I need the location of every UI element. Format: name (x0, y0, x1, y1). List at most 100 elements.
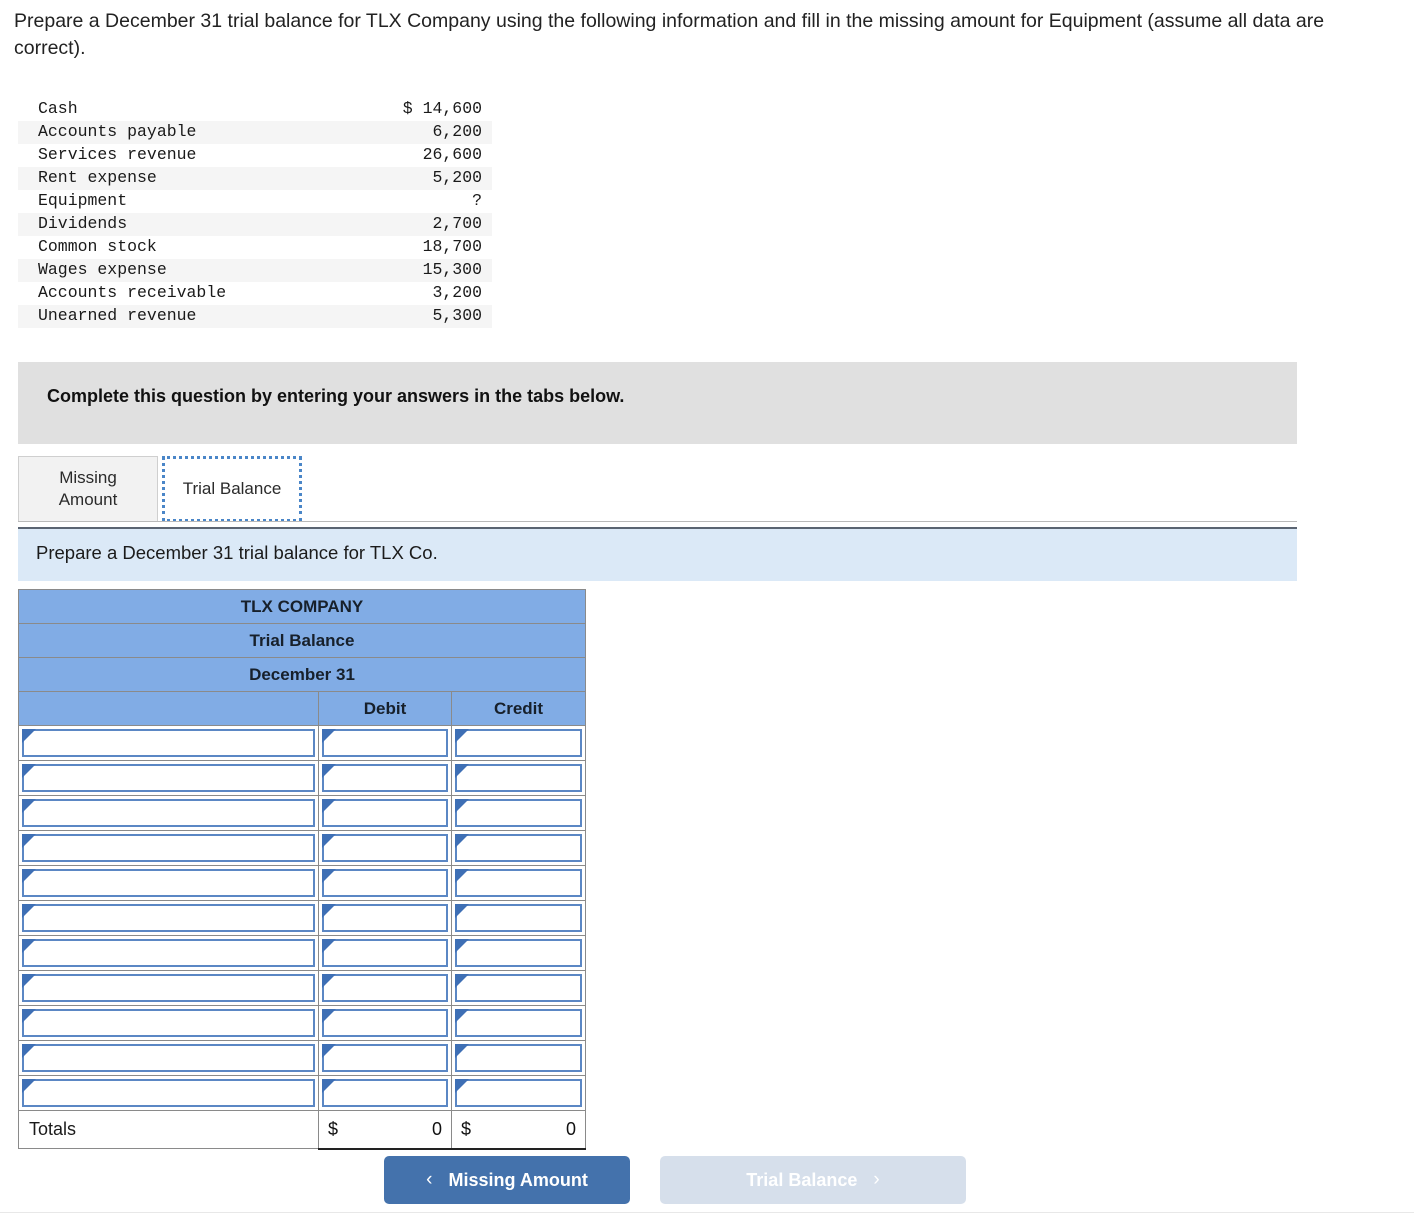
worksheet-credit-input[interactable] (455, 1009, 582, 1037)
worksheet-debit-cell[interactable] (318, 1005, 452, 1041)
worksheet-credit-cell[interactable] (451, 865, 586, 901)
worksheet-credit-input[interactable] (455, 939, 582, 967)
worksheet-debit-input[interactable] (322, 1009, 448, 1037)
given-data-row: Services revenue 26,600 (18, 144, 492, 167)
worksheet-account-cell[interactable] (18, 1075, 319, 1111)
worksheet-credit-cell[interactable] (451, 760, 586, 796)
worksheet-credit-input[interactable] (455, 1079, 582, 1107)
worksheet-account-cell[interactable] (18, 760, 319, 796)
given-data-table: Cash $ 14,600 Accounts payable 6,200 Service… (18, 98, 492, 328)
worksheet-credit-cell[interactable] (451, 725, 586, 761)
worksheet-credit-input[interactable] (455, 1044, 582, 1072)
worksheet-debit-input[interactable] (322, 799, 448, 827)
worksheet-account-input[interactable] (22, 869, 315, 897)
given-data-row: Cash $ 14,600 (18, 98, 492, 121)
worksheet-debit-input[interactable] (322, 834, 448, 862)
given-account-amount: 6,200 (349, 121, 492, 144)
tab-missing-amount[interactable]: Missing Amount (18, 456, 158, 522)
given-data-row: Accounts payable 6,200 (18, 121, 492, 144)
worksheet-credit-input[interactable] (455, 974, 582, 1002)
tab-trial-balance[interactable]: Trial Balance (162, 456, 302, 522)
given-account-name: Rent expense (18, 167, 350, 190)
given-account-amount: 18,700 (349, 236, 492, 259)
worksheet-debit-cell[interactable] (318, 865, 452, 901)
worksheet-company-name: TLX COMPANY (18, 589, 586, 624)
worksheet-credit-input[interactable] (455, 764, 582, 792)
worksheet-account-input[interactable] (22, 834, 315, 862)
given-account-name: Common stock (18, 236, 350, 259)
worksheet-account-cell[interactable] (18, 830, 319, 866)
sub-instruction-text: Prepare a December 31 trial balance for … (36, 542, 438, 563)
worksheet-entry-row (18, 900, 586, 936)
given-data-row: Wages expense 15,300 (18, 259, 492, 282)
given-account-amount: $ 14,600 (349, 98, 492, 121)
given-data-row: Unearned revenue 5,300 (18, 305, 492, 328)
worksheet-entry-row (18, 1005, 586, 1041)
prev-missing-amount-button[interactable]: ‹ Missing Amount (384, 1156, 630, 1204)
worksheet-debit-cell[interactable] (318, 900, 452, 936)
worksheet-debit-input[interactable] (322, 1079, 448, 1107)
worksheet-account-cell[interactable] (18, 1005, 319, 1041)
worksheet-account-input[interactable] (22, 1009, 315, 1037)
given-account-amount: ? (349, 190, 492, 213)
given-account-amount: 3,200 (349, 282, 492, 305)
tab-missing-amount-label: Missing Amount (58, 468, 118, 509)
worksheet-credit-input[interactable] (455, 869, 582, 897)
worksheet-credit-cell[interactable] (451, 900, 586, 936)
question-prompt: Prepare a December 31 trial balance for … (14, 10, 1325, 59)
worksheet-debit-cell[interactable] (318, 725, 452, 761)
worksheet-account-input[interactable] (22, 904, 315, 932)
worksheet-credit-input[interactable] (455, 729, 582, 757)
next-trial-balance-button[interactable]: Trial Balance › (660, 1156, 966, 1204)
worksheet-credit-input[interactable] (455, 904, 582, 932)
worksheet-credit-cell[interactable] (451, 795, 586, 831)
worksheet-credit-cell[interactable] (451, 1075, 586, 1111)
worksheet-entry-row (18, 1075, 586, 1111)
worksheet-account-cell[interactable] (18, 865, 319, 901)
worksheet-credit-input[interactable] (455, 799, 582, 827)
totals-label: Totals (18, 1110, 319, 1149)
worksheet-account-cell[interactable] (18, 795, 319, 831)
given-account-name: Wages expense (18, 259, 350, 282)
worksheet-debit-input[interactable] (322, 764, 448, 792)
worksheet-account-input[interactable] (22, 974, 315, 1002)
worksheet-debit-cell[interactable] (318, 970, 452, 1006)
worksheet-credit-cell[interactable] (451, 1040, 586, 1076)
worksheet-account-input[interactable] (22, 799, 315, 827)
given-data-row: Rent expense 5,200 (18, 167, 492, 190)
given-account-name: Equipment (18, 190, 350, 213)
worksheet-debit-input[interactable] (322, 904, 448, 932)
worksheet-account-cell[interactable] (18, 970, 319, 1006)
worksheet-account-cell[interactable] (18, 935, 319, 971)
worksheet-debit-input[interactable] (322, 1044, 448, 1072)
worksheet-debit-cell[interactable] (318, 1075, 452, 1111)
worksheet-debit-input[interactable] (322, 939, 448, 967)
worksheet-debit-cell[interactable] (318, 830, 452, 866)
totals-credit-cell: $ 0 (451, 1110, 586, 1150)
worksheet-credit-cell[interactable] (451, 970, 586, 1006)
worksheet-entry-row (18, 760, 586, 796)
worksheet-account-input[interactable] (22, 729, 315, 757)
worksheet-account-input[interactable] (22, 1079, 315, 1107)
worksheet-account-input[interactable] (22, 1044, 315, 1072)
chevron-left-icon: ‹ (426, 1169, 433, 1190)
worksheet-debit-cell[interactable] (318, 760, 452, 796)
worksheet-credit-cell[interactable] (451, 935, 586, 971)
worksheet-debit-input[interactable] (322, 974, 448, 1002)
worksheet-account-cell[interactable] (18, 1040, 319, 1076)
worksheet-debit-cell[interactable] (318, 1040, 452, 1076)
worksheet-statement-name: Trial Balance (18, 623, 586, 658)
worksheet-account-cell[interactable] (18, 900, 319, 936)
worksheet-credit-cell[interactable] (451, 830, 586, 866)
worksheet-debit-cell[interactable] (318, 935, 452, 971)
worksheet-credit-cell[interactable] (451, 1005, 586, 1041)
worksheet-debit-cell[interactable] (318, 795, 452, 831)
given-account-name: Unearned revenue (18, 305, 350, 328)
given-account-name: Accounts receivable (18, 282, 350, 305)
worksheet-account-cell[interactable] (18, 725, 319, 761)
worksheet-account-input[interactable] (22, 764, 315, 792)
worksheet-account-input[interactable] (22, 939, 315, 967)
worksheet-credit-input[interactable] (455, 834, 582, 862)
worksheet-debit-input[interactable] (322, 729, 448, 757)
worksheet-debit-input[interactable] (322, 869, 448, 897)
